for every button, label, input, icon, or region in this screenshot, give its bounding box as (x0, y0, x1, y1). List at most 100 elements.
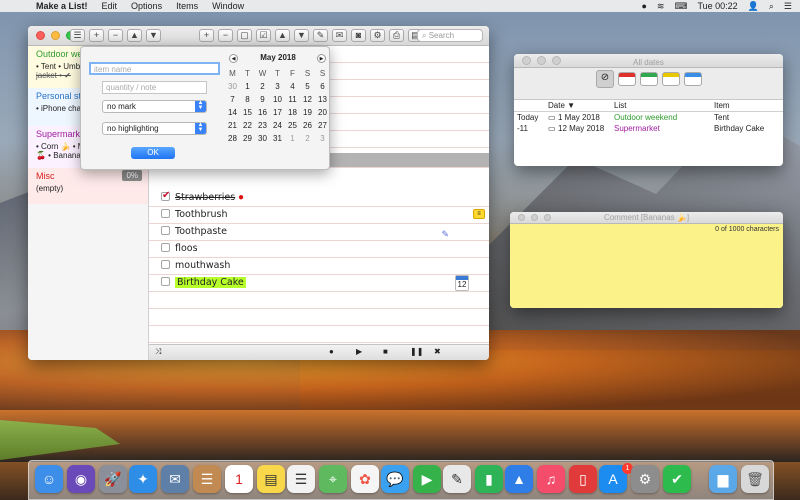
cancel-button[interactable]: ✖ (434, 347, 441, 356)
calendar-day[interactable]: 5 (300, 82, 315, 91)
calendar-icon[interactable]: 1 (225, 465, 253, 493)
sidebar-list-misc[interactable]: Misc 0% (empty) (28, 168, 148, 204)
edit-pencil-icon[interactable]: ✎ (313, 29, 328, 42)
list-item[interactable]: Strawberries ● (149, 188, 489, 207)
item-checkbox[interactable] (161, 243, 170, 252)
item-name-input[interactable]: item name (89, 62, 220, 75)
stop-button[interactable]: ■ (383, 347, 388, 356)
calendar-day[interactable]: 24 (270, 121, 285, 130)
list-item[interactable]: Birthday Cake 12 (149, 275, 489, 292)
calendar-next-month-button[interactable]: ▶ (317, 54, 326, 63)
camera-icon[interactable]: ◙ (351, 29, 366, 42)
account-icon[interactable]: ● (641, 1, 646, 11)
system-preferences-icon[interactable]: ⚙ (631, 465, 659, 493)
comment-window-titlebar[interactable]: Comment [Bananas 🍌] (510, 212, 783, 224)
pages-icon[interactable]: ✎ (443, 465, 471, 493)
note-icon[interactable]: ≡ (473, 209, 485, 219)
notes-icon[interactable]: ▤ (257, 465, 285, 493)
list-item[interactable]: floos (149, 241, 489, 258)
calendar-day[interactable]: 30 (255, 134, 270, 143)
menu-window[interactable]: Window (212, 1, 244, 11)
calendar-day[interactable]: 22 (240, 121, 255, 130)
calendar-day[interactable]: 2 (255, 82, 270, 91)
calendar-day[interactable]: 17 (270, 108, 285, 117)
remove-list-button[interactable]: − (108, 29, 123, 42)
column-header-list[interactable]: List (614, 101, 626, 110)
siri-icon[interactable]: ◉ (67, 465, 95, 493)
calendar-day[interactable]: 18 (285, 108, 300, 117)
close-window-button[interactable] (36, 31, 45, 40)
column-header-item[interactable]: Item (714, 101, 730, 110)
calendar-day[interactable]: 14 (225, 108, 240, 117)
wifi-icon[interactable]: ≋ (657, 1, 665, 12)
maps-icon[interactable]: ⌖ (319, 465, 347, 493)
calendar-day[interactable]: 13 (315, 95, 330, 104)
column-header-date[interactable]: Date ▼ (548, 101, 575, 110)
calendar-day[interactable]: 20 (315, 108, 330, 117)
calendar-day[interactable]: 25 (285, 121, 300, 130)
messages-icon[interactable]: 💬 (381, 465, 409, 493)
highlight-select[interactable]: no highlighting ▲ ▼ (102, 122, 207, 135)
item-checkbox[interactable] (161, 260, 170, 269)
play-button[interactable]: ▶ (356, 347, 362, 356)
add-item-button[interactable]: + (199, 29, 214, 42)
numbers-icon[interactable]: ▮ (475, 465, 503, 493)
spotlight-icon[interactable]: ⌕ (769, 1, 774, 12)
photos-icon[interactable]: ✿ (351, 465, 379, 493)
add-list-button[interactable]: + (89, 29, 104, 42)
pause-button[interactable]: ❚❚ (410, 347, 423, 356)
item-checkbox[interactable] (161, 209, 170, 218)
quantity-input[interactable]: quantity / note (102, 81, 207, 94)
facetime-icon[interactable]: ▶ (413, 465, 441, 493)
calendar-day[interactable]: 26 (300, 121, 315, 130)
calendar-day[interactable]: 8 (240, 95, 255, 104)
trash-icon[interactable]: 🗑 (741, 465, 769, 493)
calendar-day[interactable]: 9 (255, 95, 270, 104)
list-item[interactable]: Toothpaste ✎ (149, 224, 489, 241)
settings-gear-icon[interactable]: ⚙ (370, 29, 385, 42)
notification-center-icon[interactable]: ☰ (784, 1, 792, 12)
user-icon[interactable]: 👤 (748, 1, 759, 12)
calendar-day[interactable]: 3 (270, 82, 285, 91)
launchpad-icon[interactable]: 🚀 (99, 465, 127, 493)
menu-edit[interactable]: Edit (102, 1, 118, 11)
calendar-day[interactable]: 19 (300, 108, 315, 117)
menubar-clock[interactable]: Tue 00:22 (697, 1, 737, 11)
calendar-day[interactable]: 1 (240, 82, 255, 91)
check-item-button[interactable]: ☑ (256, 29, 271, 42)
blue-filter-swatch[interactable] (684, 72, 702, 86)
calendar-day[interactable]: 28 (225, 134, 240, 143)
list-menu-button[interactable]: ☰ (70, 29, 85, 42)
table-row[interactable]: -11 ▭ 12 May 2018 Supermarket Birthday C… (514, 123, 783, 134)
mark-select[interactable]: no mark ▲ ▼ (102, 100, 207, 113)
calendar-day[interactable]: 4 (285, 82, 300, 91)
menu-app-name[interactable]: Make a List! (36, 1, 88, 11)
green-filter-swatch[interactable] (640, 72, 658, 86)
move-item-down-button[interactable]: ▼ (294, 29, 309, 42)
comment-text-area[interactable]: 0 of 1000 characters (510, 224, 783, 308)
calendar-day[interactable]: 10 (270, 95, 285, 104)
table-row[interactable]: Today ▭ 1 May 2018 Outdoor weekend Tent (514, 112, 783, 123)
finder-icon[interactable]: ☺ (35, 465, 63, 493)
music-icon[interactable]: ♫ (537, 465, 565, 493)
red-filter-swatch[interactable] (618, 72, 636, 86)
yellow-filter-swatch[interactable] (662, 72, 680, 86)
calendar-day[interactable]: 31 (270, 134, 285, 143)
ok-button[interactable]: OK (131, 147, 175, 159)
item-checkbox[interactable] (161, 226, 170, 235)
calendar-day[interactable]: 2 (300, 134, 315, 143)
no-filter-icon[interactable]: ⊘ (596, 70, 614, 88)
calendar-day[interactable]: 15 (240, 108, 255, 117)
calendar-day[interactable]: 29 (240, 134, 255, 143)
calendar-date-icon[interactable]: 12 (455, 275, 469, 291)
list-item[interactable]: Toothbrush ≡ (149, 207, 489, 224)
keyboard-icon[interactable]: ⌨ (674, 1, 687, 12)
calendar-day[interactable]: 3 (315, 134, 330, 143)
search-input[interactable]: ⌕ Search (417, 29, 483, 42)
list-item[interactable]: mouthwash (149, 258, 489, 275)
minimize-window-button[interactable] (51, 31, 60, 40)
dates-window-titlebar[interactable]: All dates (514, 54, 783, 68)
calendar-day[interactable]: 6 (315, 82, 330, 91)
shuffle-icon[interactable]: ⤨ (155, 347, 161, 357)
downloads-folder-icon[interactable]: ▆ (709, 465, 737, 493)
